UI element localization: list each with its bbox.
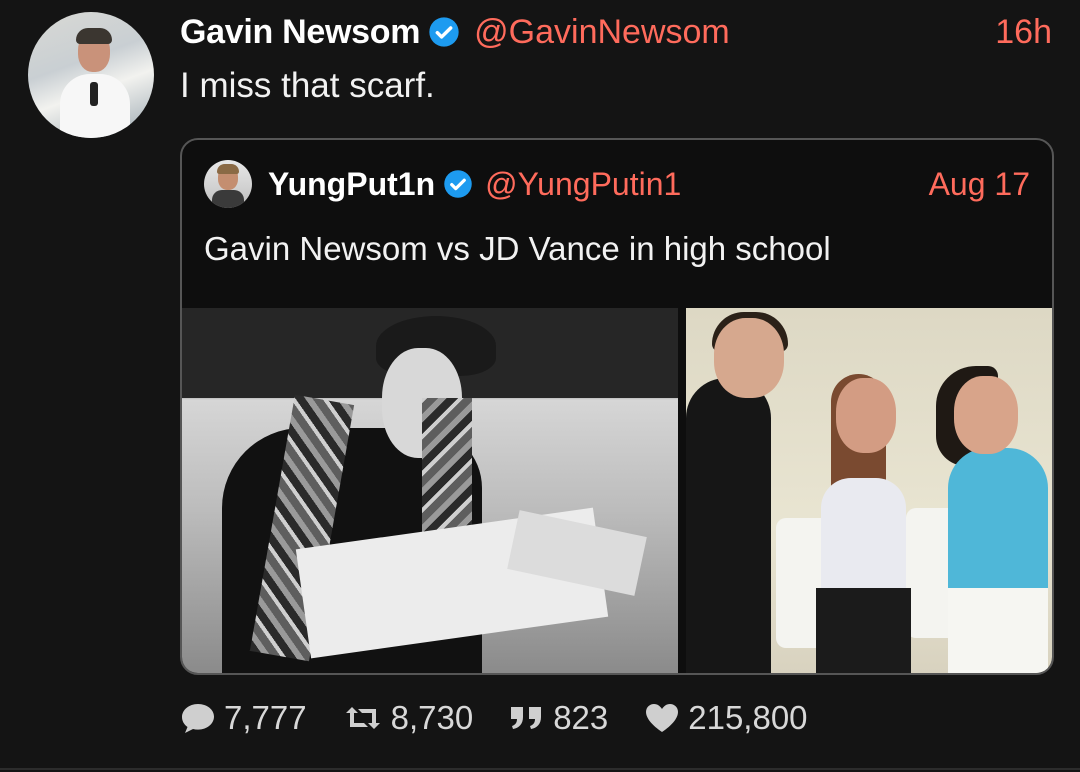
- like-count: 215,800: [688, 699, 808, 736]
- author-avatar[interactable]: [28, 12, 154, 138]
- verified-badge-icon: [444, 170, 472, 198]
- reply-button[interactable]: 7,777: [180, 699, 307, 737]
- quoted-tweet-header: YungPut1n @YungPutin1 Aug 17: [268, 162, 1030, 206]
- quote-button[interactable]: 823: [509, 699, 608, 737]
- retweet-count: 8,730: [390, 699, 474, 736]
- quoted-author-handle[interactable]: @YungPutin1: [485, 166, 681, 203]
- tweet-text: I miss that scarf.: [180, 66, 435, 105]
- quote-icon: [511, 707, 542, 729]
- quoted-photo-left[interactable]: [182, 308, 678, 673]
- retweet-button[interactable]: 8,730: [343, 699, 474, 737]
- quoted-tweet-timestamp[interactable]: Aug 17: [929, 166, 1030, 203]
- author-handle[interactable]: @GavinNewsom: [474, 13, 730, 52]
- quoted-author-avatar[interactable]: [204, 160, 252, 208]
- divider: [0, 768, 1080, 770]
- quote-count: 823: [553, 699, 609, 736]
- retweet-icon: [345, 707, 380, 729]
- tweet-actions: 7,777 8,730 823 215,800: [180, 696, 844, 740]
- quoted-tweet[interactable]: YungPut1n @YungPutin1 Aug 17 Gavin Newso…: [180, 138, 1054, 675]
- verified-badge-icon: [429, 17, 459, 47]
- reply-icon: [182, 704, 214, 733]
- quoted-author-name[interactable]: YungPut1n: [268, 166, 435, 203]
- reply-count: 7,777: [224, 699, 307, 736]
- quoted-tweet-text: Gavin Newsom vs JD Vance in high school: [204, 230, 831, 267]
- quoted-photo-right[interactable]: [686, 308, 1052, 673]
- like-icon: [646, 704, 679, 732]
- tweet-header: Gavin Newsom @GavinNewsom 16h: [180, 12, 1052, 52]
- like-button[interactable]: 215,800: [644, 699, 808, 737]
- author-name[interactable]: Gavin Newsom: [180, 13, 420, 52]
- tweet-timestamp[interactable]: 16h: [995, 13, 1052, 52]
